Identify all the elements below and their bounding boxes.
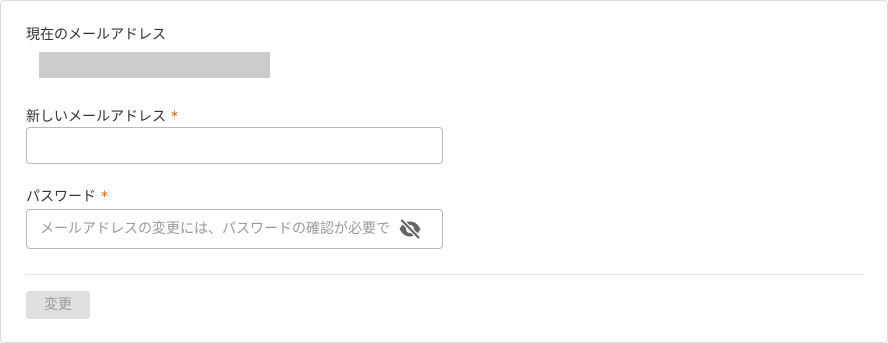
current-email-label: 現在のメールアドレス (26, 26, 166, 44)
current-email-value-redacted (39, 52, 270, 78)
new-email-field[interactable] (26, 127, 443, 164)
email-change-card: 現在のメールアドレス 新しいメールアドレス * パスワード * 変更 (0, 0, 888, 343)
new-email-label-text: 新しいメールアドレス (26, 109, 166, 125)
required-asterisk: * (171, 109, 178, 125)
password-input[interactable] (27, 210, 442, 248)
new-email-label: 新しいメールアドレス * (26, 108, 178, 126)
password-label-text: パスワード (26, 189, 96, 205)
password-field[interactable] (26, 209, 443, 249)
new-email-input[interactable] (27, 128, 442, 163)
change-button[interactable]: 変更 (26, 291, 90, 319)
eye-slash-icon[interactable] (398, 217, 422, 241)
current-email-label-text: 現在のメールアドレス (26, 27, 166, 43)
form-divider (26, 274, 864, 275)
password-label: パスワード * (26, 188, 108, 206)
required-asterisk: * (101, 189, 108, 205)
